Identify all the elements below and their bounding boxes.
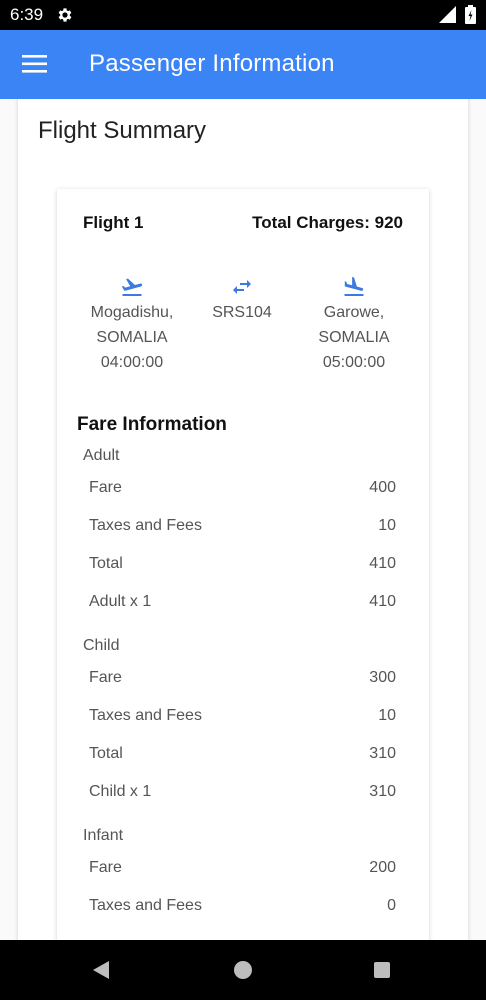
fare-row-value: 400 [369, 479, 396, 496]
fare-row-value: 10 [378, 707, 396, 724]
signal-icon [439, 6, 456, 23]
flight-code: SRS104 [212, 304, 272, 321]
recent-apps-icon[interactable] [374, 962, 390, 978]
page-title: Passenger Information [89, 50, 335, 77]
home-icon[interactable] [234, 961, 252, 979]
fare-row-value: 310 [369, 745, 396, 762]
main-content[interactable]: Flight Summary Flight 1 Total Charges: 9… [0, 99, 486, 940]
fare-row-label: Fare [89, 669, 122, 686]
fare-row-label: Total [89, 555, 123, 572]
fare-row-value: 410 [369, 555, 396, 572]
battery-icon [465, 5, 476, 24]
total-charges: Total Charges: 920 [252, 213, 403, 232]
flight-takeoff-icon [121, 278, 143, 296]
origin-city: Mogadishu, [90, 304, 174, 321]
destination-city: Garowe, [323, 304, 385, 321]
origin-info: Mogadishu, SOMALIA 04:00:00 [72, 275, 192, 375]
fare-row: Child x 1 310 [89, 783, 396, 805]
destination-info: Garowe, SOMALIA 05:00:00 [294, 275, 414, 375]
arrival-time: 05:00:00 [322, 354, 386, 371]
fare-row: Taxes and Fees 10 [89, 517, 396, 539]
navigation-bar [0, 940, 486, 1000]
flight-name: Flight 1 [83, 213, 144, 232]
fare-row-label: Fare [89, 479, 122, 496]
fare-row-label: Taxes and Fees [89, 897, 202, 914]
fare-row: Total 410 [89, 555, 396, 577]
fare-row-value: 10 [378, 517, 396, 534]
fare-row: Taxes and Fees 10 [89, 707, 396, 729]
fare-row-label: Fare [89, 859, 122, 876]
flight-card: Flight 1 Total Charges: 920 Mogadishu, S… [57, 189, 429, 940]
passenger-type-adult: Adult [83, 447, 120, 464]
fare-row-label: Taxes and Fees [89, 517, 202, 534]
flight-summary-card: Flight Summary Flight 1 Total Charges: 9… [18, 99, 468, 940]
status-bar: 6:39 [0, 0, 486, 30]
fare-row: Fare 300 [89, 669, 396, 691]
fare-row-value: 410 [369, 593, 396, 610]
fare-row-value: 0 [387, 897, 396, 914]
fare-row: Total 310 [89, 745, 396, 767]
destination-country: SOMALIA [318, 329, 390, 346]
origin-country: SOMALIA [96, 329, 168, 346]
fare-row: Fare 400 [89, 479, 396, 501]
back-icon[interactable] [92, 960, 110, 980]
departure-time: 04:00:00 [100, 354, 164, 371]
flight-code-info: SRS104 [182, 275, 302, 325]
app-bar: Passenger Information [0, 30, 486, 99]
fare-row-label: Adult x 1 [89, 593, 152, 610]
fare-row-value: 310 [369, 783, 396, 800]
summary-title: Flight Summary [38, 117, 207, 144]
fare-information-heading: Fare Information [77, 414, 227, 435]
passenger-type-infant: Infant [83, 827, 124, 844]
fare-row: Taxes and Fees 0 [89, 897, 396, 919]
fare-row-value: 200 [369, 859, 396, 876]
gear-icon [58, 8, 72, 22]
status-time: 6:39 [10, 5, 44, 24]
fare-row-label: Taxes and Fees [89, 707, 202, 724]
fare-row-label: Child x 1 [89, 783, 152, 800]
fare-row-value: 300 [369, 669, 396, 686]
passenger-type-child: Child [83, 637, 120, 654]
swap-arrows-icon [233, 280, 251, 294]
fare-row: Fare 200 [89, 859, 396, 881]
fare-row-label: Total [89, 745, 123, 762]
menu-icon[interactable] [22, 53, 48, 75]
flight-land-icon [344, 277, 364, 296]
fare-row: Adult x 1 410 [89, 593, 396, 615]
